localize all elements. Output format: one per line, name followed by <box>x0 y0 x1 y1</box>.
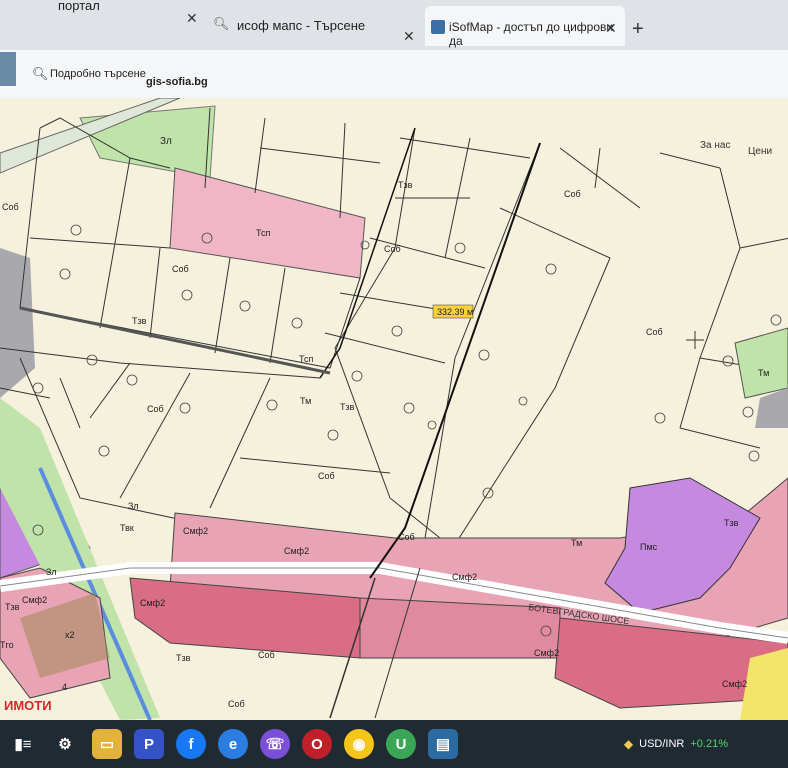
zone-label: Тзв <box>340 402 355 412</box>
app-thumbnail-icon[interactable] <box>0 52 16 86</box>
cadastral-map[interactable]: 332.39 м Зл Соб Тсп Соб Тзв Соб Соб Соб … <box>0 98 788 720</box>
tab-label: портал <box>58 0 100 13</box>
windows-taskbar: ▮≡ ⚙ ▭ P f e ☏ O ◉ U ▤ ◆ USD/INR +0.21% <box>0 720 788 768</box>
viber-icon[interactable]: ☏ <box>260 729 290 759</box>
zone-label: Тзв <box>724 518 739 528</box>
prices-link[interactable]: Цени <box>748 146 772 157</box>
close-icon[interactable]: ✕ <box>186 10 198 27</box>
measure-label: 332.39 м <box>437 307 473 317</box>
tab-label: iSofMap - достъп до цифрови да <box>449 20 614 48</box>
zone-label: Тм <box>758 368 769 378</box>
zone-label: Соб <box>228 699 245 709</box>
zone-label: Смф2 <box>452 572 477 582</box>
watermark-logo: ИМОТИ <box>4 698 52 713</box>
tab-portal[interactable]: портал ✕ <box>0 0 200 46</box>
zone-label: Соб <box>258 650 275 660</box>
zone-label: Тсп <box>256 228 270 238</box>
search-icon: 🔍︎ <box>213 16 230 31</box>
zoom-icon: 🔍︎ <box>32 66 49 81</box>
zone-label: Тзв <box>176 653 191 663</box>
zone-label: Тсп <box>299 354 313 364</box>
close-icon[interactable]: ✕ <box>605 20 617 37</box>
zone-label: Соб <box>646 327 663 337</box>
zone-label: Тзв <box>5 602 20 612</box>
tab-label: исоф мапс - Търсене <box>237 18 366 33</box>
p-app-icon[interactable]: P <box>134 729 164 759</box>
settings-icon[interactable]: ⚙ <box>50 729 80 759</box>
zone-label: Тго <box>0 640 14 650</box>
map-canvas[interactable]: 332.39 м Зл Соб Тсп Соб Тзв Соб Соб Соб … <box>0 98 788 720</box>
zone-label: Смф2 <box>22 595 47 605</box>
zone-label: Соб <box>318 471 335 481</box>
bookmark-gis-sofia[interactable]: gis-sofia.bg <box>146 76 208 88</box>
zone-label: Соб <box>384 244 401 254</box>
stock-widget-icon: ◆ <box>623 737 634 751</box>
tab-isof-search[interactable]: 🔍︎ исоф мапс - Търсене ✕ <box>205 6 420 46</box>
new-tab-button[interactable]: + <box>632 18 644 41</box>
file-explorer-icon[interactable]: ▭ <box>92 729 122 759</box>
zone-label: Соб <box>172 264 189 274</box>
zone-label: x2 <box>65 630 75 640</box>
zone-label: Тзв <box>132 316 147 326</box>
zone-label: Соб <box>2 202 19 212</box>
close-icon[interactable]: ✕ <box>403 28 415 45</box>
zone-label: Смф2 <box>534 648 559 658</box>
map-app-icon[interactable]: ▤ <box>428 729 458 759</box>
zone-label: Твк <box>120 523 134 533</box>
zone-label: Зл <box>128 501 139 511</box>
zone-label: Зл <box>46 567 57 577</box>
edge-icon[interactable]: e <box>218 729 248 759</box>
zone-label: Зл <box>160 136 172 147</box>
zone-label: Тм <box>571 538 582 548</box>
zone-label: Соб <box>398 532 415 542</box>
upwork-icon[interactable]: U <box>386 729 416 759</box>
facebook-icon[interactable]: f <box>176 729 206 759</box>
zone-label: Тзв <box>398 180 413 190</box>
zone-label: Соб <box>147 404 164 414</box>
currency-change: +0.21% <box>690 738 728 750</box>
tab-isofmap[interactable]: iSofMap - достъп до цифрови да ✕ <box>425 6 625 48</box>
task-view-icon[interactable]: ▮≡ <box>8 729 38 759</box>
browser-tab-bar: портал ✕ 🔍︎ исоф мапс - Търсене ✕ iSofMa… <box>0 0 788 50</box>
zone-label: 4 <box>62 682 67 692</box>
bookmark-detailed-search[interactable]: Подробно търсене <box>50 68 146 80</box>
zone-label: Смф2 <box>722 679 747 689</box>
bookmarks-bar: 🔍︎ Подробно търсене gis-sofia.bg <box>0 50 788 99</box>
zone-label: Соб <box>564 189 581 199</box>
chrome-icon[interactable]: ◉ <box>344 729 374 759</box>
about-link[interactable]: За нас <box>700 140 730 151</box>
isofmap-favicon-icon <box>431 20 445 34</box>
zone-label: Смф2 <box>140 598 165 608</box>
zone-label: Тм <box>300 396 311 406</box>
opera-icon[interactable]: O <box>302 729 332 759</box>
zone-label: Смф2 <box>284 546 309 556</box>
zone-label: Пмс <box>640 542 658 552</box>
zone-label: Смф2 <box>183 526 208 536</box>
currency-pair[interactable]: USD/INR <box>639 738 684 750</box>
